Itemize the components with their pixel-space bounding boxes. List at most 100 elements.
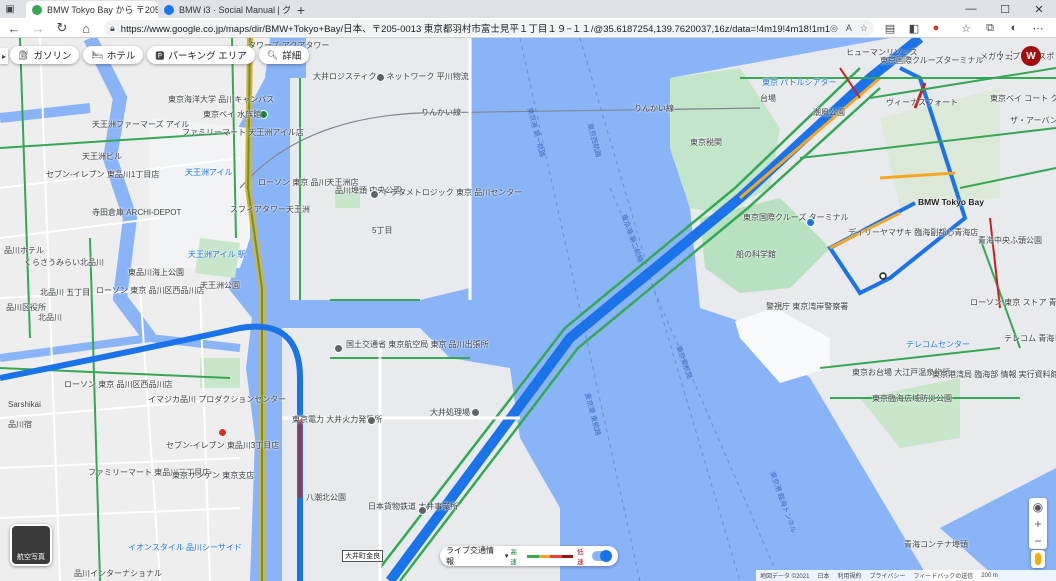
- url-text: https://www.google.co.jp/maps/dir/BMW+To…: [120, 24, 831, 35]
- dropdown-caret-icon[interactable]: ▾: [505, 552, 509, 560]
- traffic-label[interactable]: ライブ交通情報: [446, 545, 502, 567]
- location-icon[interactable]: ◎: [830, 23, 838, 34]
- tab-bmw-tokyo-bay[interactable]: BMW Tokyo Bay から 〒205-0013 ✕: [26, 1, 158, 18]
- feedback-link[interactable]: フィードバックの送信: [913, 571, 973, 580]
- scale-label[interactable]: 200 m: [981, 573, 998, 579]
- search-icon: 🔍︎: [266, 49, 279, 60]
- map-label: 寺田倉庫 ARCHI-DEPOT: [92, 208, 182, 217]
- category-chips: ⛽︎ ガソリン 🛏︎ ホテル 🅿︎ パーキング エリア 🔍︎ 詳細: [10, 46, 310, 64]
- map-label: イマジカ品川 プロダクションセンター: [148, 395, 287, 404]
- map-label: 東京国際クルーズ ターミナル: [743, 213, 849, 222]
- reload-button[interactable]: ↻: [54, 20, 70, 36]
- map-label: 5丁目: [372, 226, 393, 235]
- minimize-icon[interactable]: —: [954, 0, 988, 18]
- extension-red-icon[interactable]: ●: [928, 20, 944, 36]
- map-label: デイリーヤマザキ 臨海副都心青海店: [848, 228, 979, 237]
- rail-label: りんかい線: [634, 104, 674, 113]
- tab-actions-icon[interactable]: ▣: [4, 3, 16, 15]
- home-button[interactable]: ⌂: [78, 20, 94, 36]
- map-label: 大井処理場: [430, 408, 470, 417]
- close-window-icon[interactable]: ✕: [1022, 0, 1056, 18]
- map-label: ザ・アーバン: [1010, 116, 1056, 125]
- map-label: 青海コンテナ埠頭: [904, 540, 968, 549]
- map-label: ファミリーマート 天王洲アイル店: [182, 128, 304, 137]
- map-label: 東京ベイ 水族館: [203, 110, 262, 119]
- map-label: 品川インターナショナル: [74, 569, 162, 578]
- map-label: ヴィーナスフォート: [886, 98, 958, 107]
- zoom-out-button[interactable]: −: [1029, 532, 1047, 549]
- read-aloud-icon[interactable]: A: [846, 23, 852, 34]
- map-label: 警視庁 東京湾岸警察署: [766, 302, 849, 311]
- map-label: イオンスタイル 品川シーサイド: [128, 543, 242, 552]
- account-avatar[interactable]: W: [1021, 46, 1041, 66]
- street-view-pegman-icon[interactable]: [1031, 550, 1045, 568]
- back-button[interactable]: ←: [6, 20, 22, 36]
- tab-bmw-i3-manual[interactable]: BMW i3 · Social Manual | グループ ✕: [158, 1, 290, 18]
- poi-marker[interactable]: [218, 428, 227, 437]
- traffic-slow-label: 低速: [577, 549, 584, 566]
- gas-icon: ⛽︎: [18, 49, 30, 60]
- poi-marker[interactable]: [418, 506, 427, 515]
- region-link[interactable]: 日本: [817, 571, 829, 580]
- traffic-toggle[interactable]: [592, 550, 613, 562]
- transit-marker[interactable]: [806, 218, 815, 227]
- map-label: ローソン 東京 品川区西品川店: [96, 286, 205, 295]
- my-location-icon[interactable]: ◉: [1029, 498, 1047, 515]
- station-label: 東京 パトルシアター: [762, 78, 837, 87]
- chip-hotel[interactable]: 🛏︎ ホテル: [83, 46, 144, 64]
- forward-button[interactable]: →: [30, 20, 46, 36]
- poi-marker[interactable]: [367, 416, 376, 425]
- map-label: 台場: [760, 94, 776, 103]
- favorite-star-icon[interactable]: ☆: [860, 23, 868, 34]
- new-tab-button[interactable]: +: [292, 1, 310, 18]
- map-label: 東京臨海広域防災公園: [872, 394, 952, 403]
- terms-link[interactable]: 利用規約: [837, 571, 861, 580]
- map-label: トラタメトロジック 東京 品川センター: [382, 188, 523, 197]
- destination-label[interactable]: BMW Tokyo Bay: [918, 198, 984, 207]
- maximize-icon[interactable]: ☐: [988, 0, 1022, 18]
- map-label: 東京海洋大学 品川キャンパス: [168, 95, 275, 104]
- map-label: 品川区役所: [6, 303, 46, 312]
- map-label: 東品川海上公園: [128, 268, 184, 277]
- map-canvas[interactable]: タワーズ アクアタワー 大井ロジスティクス ネットワーク 平川物流 東京海洋大学…: [0, 38, 1056, 581]
- address-bar[interactable]: 🔒︎ https://www.google.co.jp/maps/dir/BMW…: [104, 20, 874, 36]
- chip-more[interactable]: 🔍︎ 詳細: [258, 46, 310, 64]
- rail-label: りんかい線: [421, 108, 461, 117]
- map-label: くらさうみらい北品川: [24, 258, 104, 267]
- collapse-panel-button[interactable]: ▸: [0, 48, 8, 64]
- layers-button[interactable]: 航空写真: [10, 524, 52, 566]
- poi-marker[interactable]: [471, 408, 480, 417]
- highway-marker-label: 大井町金良: [342, 550, 383, 562]
- extension-icon[interactable]: ◧: [906, 20, 922, 36]
- map-label: 天王洲ビル: [82, 152, 122, 161]
- collections-icon[interactable]: ⧉: [982, 20, 998, 36]
- profile-icon[interactable]: ◐: [1006, 20, 1022, 36]
- map-label: テレコム 青海ビル: [1004, 334, 1056, 343]
- map-footer: 地図データ ©2021 日本 利用規約 プライバシー フィードバックの送信 20…: [756, 570, 1056, 581]
- zoom-controls: ◉ + −: [1029, 498, 1047, 549]
- map-label: Sarshikai: [8, 400, 41, 409]
- privacy-link[interactable]: プライバシー: [869, 571, 905, 580]
- poi-marker[interactable]: [334, 344, 343, 353]
- zoom-in-button[interactable]: +: [1029, 515, 1047, 532]
- poi-marker[interactable]: [376, 73, 385, 82]
- map-label: ローソン 東京 ストア 青海店: [970, 298, 1056, 307]
- favorites-icon[interactable]: ☆: [958, 20, 974, 36]
- map-label: スフィアタワー天王洲: [230, 205, 310, 214]
- google-apps-icon[interactable]: ⋮⋮: [995, 48, 1017, 62]
- chip-gas[interactable]: ⛽︎ ガソリン: [10, 46, 80, 64]
- copyright-text: 地図データ ©2021: [760, 574, 810, 580]
- chip-parking[interactable]: 🅿︎ パーキング エリア: [147, 46, 255, 64]
- traffic-legend: ライブ交通情報 ▾ 高速 低速: [440, 546, 618, 566]
- chip-label: パーキング エリア: [168, 51, 247, 62]
- layers-label: 航空写真: [17, 554, 45, 561]
- station-label: テレコムセンター: [906, 340, 970, 349]
- poi-marker[interactable]: [370, 190, 379, 199]
- map-label: 東京税関: [690, 138, 722, 147]
- more-menu-icon[interactable]: ⋯: [1030, 20, 1046, 36]
- traffic-fast-label: 高速: [510, 549, 517, 566]
- window-controls: — ☐ ✕: [954, 0, 1056, 18]
- map-label: 潮風公園: [813, 108, 845, 117]
- extension-icon[interactable]: ▤: [882, 20, 898, 36]
- hotel-icon: 🛏︎: [91, 49, 103, 60]
